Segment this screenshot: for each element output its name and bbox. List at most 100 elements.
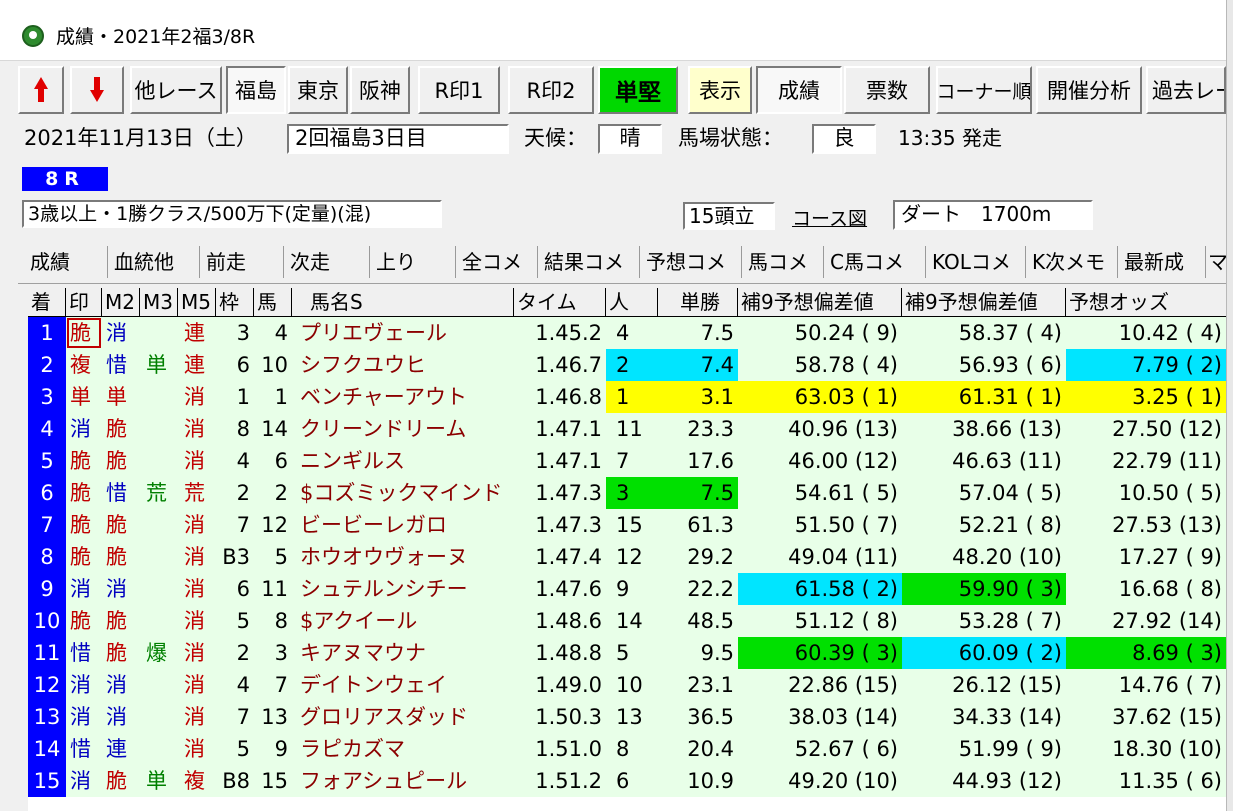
header-deviation-1[interactable]: 補9予想偏差値	[738, 288, 902, 317]
meeting-analysis-button[interactable]: 開催分析	[1036, 66, 1142, 114]
cell-horse-name: $コズミックマインド	[300, 481, 503, 505]
tab-result-comments[interactable]: 結果コメ	[538, 246, 640, 278]
next-race-button[interactable]	[70, 66, 124, 114]
table-row[interactable]: 12 消消消 4 7 デイトンウェイ 1.49.0 10 23.1 22.86 (15) 26.1…	[28, 669, 1226, 701]
cell-mark: 単	[70, 385, 91, 409]
cell-deviation-1: 51.50 ( 7)	[794, 513, 898, 537]
cell-popularity: 11	[616, 417, 643, 441]
venue-tokyo-button[interactable]: 東京	[288, 66, 348, 114]
table-row[interactable]: 13 消消消 7 13 グロリアスダッド 1.50.3 13 36.5 38.03 (14) 34…	[28, 701, 1226, 733]
header-deviation-2[interactable]: 補9予想偏差値	[902, 288, 1066, 317]
table-row[interactable]: 10 脆脆消 5 8 $アクイール 1.48.6 14 48.5 51.12 ( 8) 53.28…	[28, 605, 1226, 637]
past-race-button[interactable]: 過去レース	[1146, 66, 1226, 114]
display-button[interactable]: 表示	[688, 66, 752, 114]
tab-last-furlong[interactable]: 上り	[370, 246, 456, 278]
cell-predicted-odds: 14.76 ( 7)	[1118, 673, 1222, 697]
tab-previous-race[interactable]: 前走	[200, 246, 284, 278]
r-in1-button[interactable]: R印1	[418, 66, 500, 114]
cell-time: 1.47.6	[535, 577, 602, 601]
cell-m3	[140, 445, 178, 477]
prev-race-button[interactable]	[18, 66, 64, 114]
tab-all-comments[interactable]: 全コメ	[456, 246, 538, 278]
results-grid[interactable]: 着 印 M2 M3 M5 枠 馬 馬名S タイム 人 単勝 補9予想偏差値 補9…	[28, 288, 1226, 811]
tab-results[interactable]: 成績	[18, 246, 108, 278]
cell-popularity: 15	[616, 513, 643, 537]
cell-m2: 消	[106, 577, 127, 601]
cell-deviation-2: 57.04 ( 5)	[958, 481, 1062, 505]
tab-k-next-memo[interactable]: K次メモ	[1026, 246, 1118, 278]
cell-waku: 4	[236, 449, 250, 473]
header-popularity[interactable]: 人	[606, 288, 658, 317]
cell-popularity: 14	[616, 609, 643, 633]
cell-horse-number: 15	[261, 769, 288, 793]
cell-m3	[140, 541, 178, 573]
table-row[interactable]: 5 脆脆消 4 6 ニンギルス 1.47.1 7 17.6 46.00 (12) 46.63 (1…	[28, 445, 1226, 477]
other-race-button[interactable]: 他レース	[130, 66, 222, 114]
cell-win-odds: 22.2	[687, 577, 734, 601]
cell-predicted-odds: 11.35 ( 6)	[1118, 769, 1222, 793]
table-row[interactable]: 1 脆消連 3 4 プリエヴェール 1.45.2 4 7.5 50.24 ( 9) 58.37 (…	[28, 317, 1226, 349]
header-m5[interactable]: M5	[178, 288, 216, 317]
header-horse-number[interactable]: 馬	[254, 288, 292, 317]
cell-time: 1.48.6	[535, 609, 602, 633]
header-time[interactable]: タイム	[514, 288, 606, 317]
cell-deviation-2: 44.93 (12)	[952, 769, 1062, 793]
table-row[interactable]: 15 消脆単複 B8 15 フォアシュピール 1.51.2 6 10.9 49.20 (10) 4…	[28, 765, 1226, 797]
tab-kol-comments[interactable]: KOLコメ	[926, 246, 1026, 278]
tab-pedigree[interactable]: 血統他	[108, 246, 200, 278]
cell-m3: 単	[146, 769, 167, 793]
table-row[interactable]: 11 惜脆爆消 2 3 キアヌマウナ 1.48.8 5 9.5 60.39 ( 3) 60.09 …	[28, 637, 1226, 669]
tab-horse-comments[interactable]: 馬コメ	[742, 246, 824, 278]
cell-deviation-2: 46.63 (11)	[952, 449, 1062, 473]
cell-m5: 消	[184, 545, 205, 569]
header-horse-name[interactable]: 馬名S	[292, 288, 514, 317]
cell-horse-number: 10	[261, 353, 288, 377]
cell-mark: 脆	[70, 609, 91, 633]
tanken-button[interactable]: 単堅	[598, 66, 678, 114]
header-win-odds[interactable]: 単勝	[658, 288, 738, 317]
header-waku[interactable]: 枠	[216, 288, 254, 317]
cell-mark: 消	[70, 577, 91, 601]
header-rank[interactable]: 着	[28, 288, 66, 317]
table-row[interactable]: 2 複惜単連 6 10 シフクユウヒ 1.46.7 2 7.4 58.78 ( 4) 56.93 …	[28, 349, 1226, 381]
cell-win-odds: 23.1	[687, 673, 734, 697]
table-row[interactable]: 4 消脆消 8 14 クリーンドリーム 1.47.1 11 23.3 40.96 (13) 38.…	[28, 413, 1226, 445]
table-row[interactable]: 3 単単消 1 1 ベンチャーアウト 1.46.8 1 3.1 63.03 ( 1) 61.31 …	[28, 381, 1226, 413]
r-in2-button[interactable]: R印2	[508, 66, 594, 114]
cell-m2: 単	[106, 385, 127, 409]
tab-next-race[interactable]: 次走	[284, 246, 370, 278]
table-row[interactable]: 14 惜連 消 5 9 ラピカズマ 1.51.0 8 20.4 52.67 ( 6) 51.99 (…	[28, 733, 1226, 765]
table-row[interactable]: 6 脆惜荒荒 2 2 $コズミックマインド 1.47.3 3 7.5 54.61 ( 5) 57.…	[28, 477, 1226, 509]
tab-latest[interactable]: 最新成	[1118, 246, 1206, 278]
cell-mark: 消	[70, 417, 91, 441]
cell-time: 1.51.0	[535, 737, 602, 761]
header-m3[interactable]: M3	[140, 288, 178, 317]
cell-win-odds: 9.5	[700, 641, 734, 665]
header-mark[interactable]: 印	[66, 288, 102, 317]
tab-prediction-comments[interactable]: 予想コメ	[640, 246, 742, 278]
cell-time: 1.47.3	[535, 513, 602, 537]
cell-waku: 5	[236, 609, 250, 633]
header-predicted-odds[interactable]: 予想オッズ	[1066, 288, 1226, 317]
venue-hanshin-button[interactable]: 阪神	[350, 66, 410, 114]
tab-c-horse-comments[interactable]: C馬コメ	[824, 246, 926, 278]
corner-order-button[interactable]: コーナー順	[936, 66, 1032, 114]
cell-m2: 消	[106, 321, 127, 345]
table-row[interactable]: 8 脆脆消 B3 5 ホウオウヴォーヌ 1.47.4 12 29.2 49.04 (11) 48.…	[28, 541, 1226, 573]
header-m2[interactable]: M2	[102, 288, 140, 317]
venue-fukushima-button[interactable]: 福島	[226, 66, 286, 114]
votes-button[interactable]: 票数	[844, 66, 930, 114]
cell-waku: 4	[236, 673, 250, 697]
cell-deviation-1: 49.20 (10)	[788, 769, 898, 793]
cell-deviation-2: 48.20 (10)	[952, 545, 1062, 569]
table-row[interactable]: 9 消消消 6 11 シュテルンシチー 1.47.6 9 22.2 61.58 ( 2) 59.9…	[28, 573, 1226, 605]
table-row[interactable]: 7 脆脆消 7 12 ビービーレガロ 1.47.3 15 61.3 51.50 ( 7) 52.2…	[28, 509, 1226, 541]
cell-deviation-1: 51.12 ( 8)	[794, 609, 898, 633]
tab-more[interactable]: マ	[1206, 246, 1228, 278]
cell-m2: 脆	[106, 769, 127, 793]
cell-time: 1.46.8	[535, 385, 602, 409]
course-map-link[interactable]: コース図	[792, 204, 867, 231]
results-button[interactable]: 成績	[756, 66, 842, 114]
cell-time: 1.50.3	[535, 705, 602, 729]
cell-popularity: 6	[616, 769, 630, 793]
